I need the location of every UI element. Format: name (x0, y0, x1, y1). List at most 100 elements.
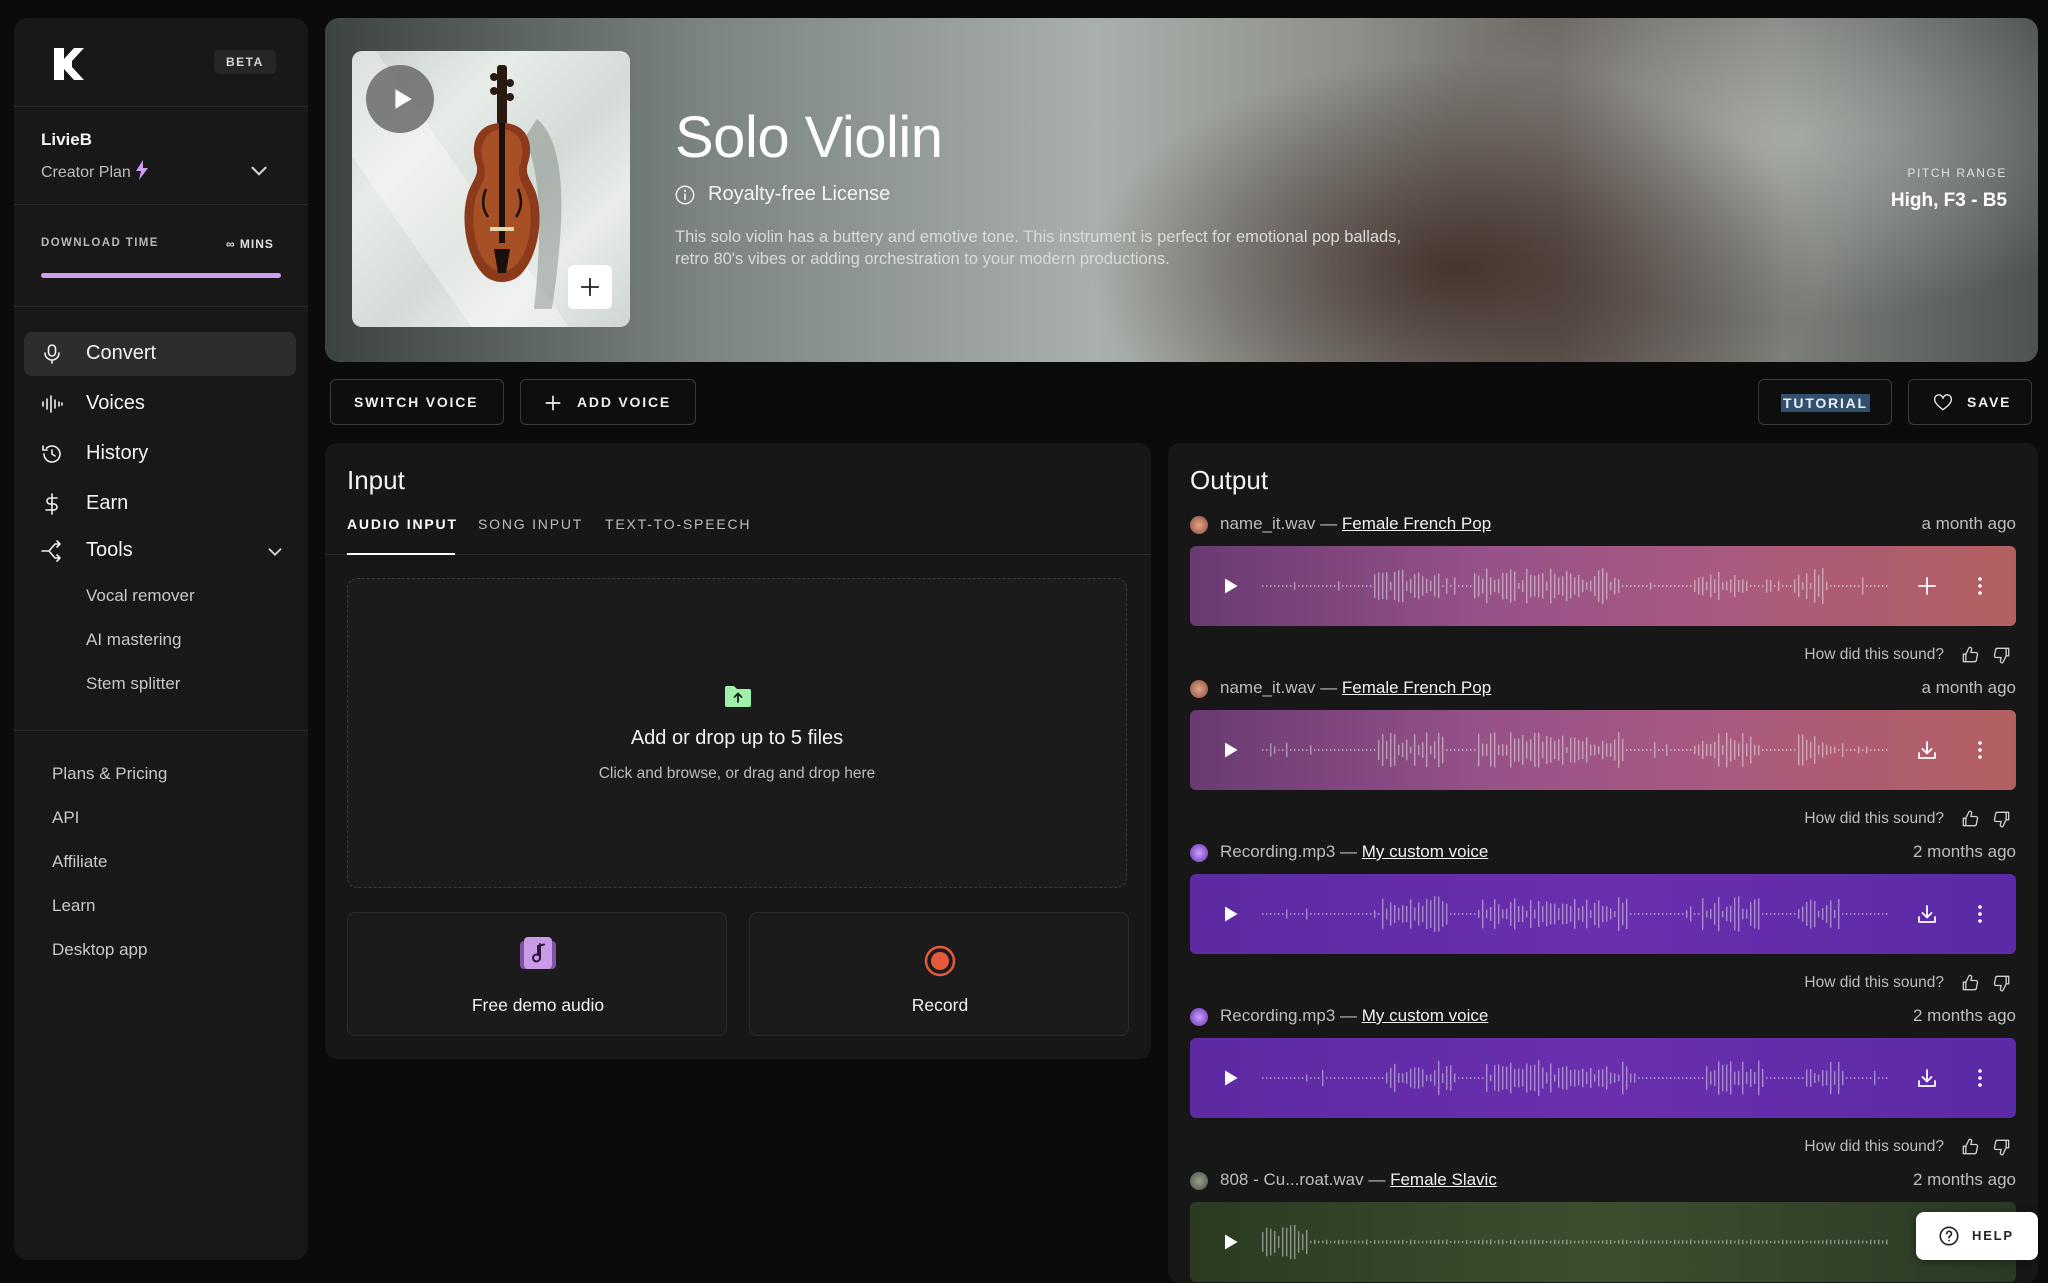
account-name[interactable]: LivieB (41, 130, 92, 150)
waveform-bar (1510, 1239, 1512, 1245)
waveform-bar (1426, 578, 1428, 594)
waveform-bar (1482, 1239, 1484, 1245)
waveform-bar (1574, 899, 1576, 929)
tab-audio-input[interactable]: AUDIO INPUT (347, 516, 458, 532)
audio-waveform-player[interactable] (1190, 710, 2016, 790)
thumbs-up-icon[interactable] (1960, 1137, 1980, 1157)
play-icon[interactable] (1220, 576, 1240, 596)
waveform-bar (1314, 749, 1316, 751)
nav-item-history[interactable]: History (24, 432, 296, 476)
footer-link-learn[interactable]: Learn (52, 896, 95, 916)
waveform-bar (1414, 1067, 1416, 1089)
waveform-bar (1270, 913, 1272, 915)
tab-song-input[interactable]: SONG INPUT (478, 516, 583, 532)
account-plan[interactable]: Creator Plan (41, 160, 149, 182)
footer-link-plans-pricing[interactable]: Plans & Pricing (52, 764, 167, 784)
album-play-button[interactable] (366, 65, 434, 133)
audio-waveform-player[interactable] (1190, 874, 2016, 954)
output-voice-link[interactable]: Female Slavic (1390, 1170, 1497, 1189)
sub-item-vocal-remover[interactable]: Vocal remover (86, 586, 195, 606)
add-voice-button[interactable]: ADD VOICE (520, 379, 696, 425)
tutorial-button[interactable]: TUTORIAL (1758, 379, 1892, 425)
download-icon[interactable] (1915, 902, 1939, 926)
play-icon[interactable] (1220, 740, 1240, 760)
thumbs-down-icon[interactable] (1992, 645, 2012, 665)
nav-item-tools[interactable]: Tools (24, 529, 296, 573)
play-icon[interactable] (1220, 1232, 1240, 1252)
waveform-bar (1314, 1239, 1316, 1245)
waveform-bar (1354, 913, 1356, 915)
play-icon[interactable] (1220, 1068, 1240, 1088)
thumbs-down-icon[interactable] (1992, 1137, 2012, 1157)
plus-icon[interactable] (1915, 574, 1939, 598)
nav-item-voices[interactable]: Voices (24, 382, 296, 426)
save-button[interactable]: SAVE (1908, 379, 2032, 425)
download-icon[interactable] (1915, 1066, 1939, 1090)
output-voice-link[interactable]: Female French Pop (1342, 514, 1491, 533)
waveform-bar (1578, 907, 1580, 921)
waveform-bar (1594, 902, 1596, 926)
info-icon[interactable] (674, 184, 696, 206)
waveform-bar (1722, 1064, 1724, 1092)
waveform-bar (1390, 1067, 1392, 1089)
more-options-icon[interactable] (1968, 1066, 1992, 1090)
waveform-bar (1530, 1239, 1532, 1245)
audio-waveform-player[interactable] (1190, 1202, 2016, 1282)
waveform-bar (1690, 585, 1692, 587)
waveform-bar (1666, 1240, 1668, 1244)
waveform-bar (1726, 732, 1728, 768)
waveform-bar (1818, 910, 1820, 918)
waveform-bar (1522, 579, 1524, 593)
thumbs-up-icon[interactable] (1960, 645, 1980, 665)
waveform-bar (1550, 737, 1552, 763)
output-voice-link[interactable]: My custom voice (1362, 842, 1489, 861)
account-chevron-down-icon[interactable] (246, 158, 272, 184)
record-button[interactable]: Record (749, 912, 1129, 1036)
sub-item-ai-mastering[interactable]: AI mastering (86, 630, 181, 650)
voice-hero-banner: Solo Violin Royalty-free License This so… (325, 18, 2038, 362)
free-demo-audio-button[interactable]: Free demo audio (347, 912, 727, 1036)
waveform-bar (1758, 1060, 1760, 1096)
waveform-bar (1478, 1239, 1480, 1245)
footer-link-affiliate[interactable]: Affiliate (52, 852, 107, 872)
waveform-bar (1842, 1070, 1844, 1086)
more-options-icon[interactable] (1968, 902, 1992, 926)
thumbs-up-icon[interactable] (1960, 809, 1980, 829)
audio-waveform-player[interactable] (1190, 1038, 2016, 1118)
nav-item-earn[interactable]: Earn (24, 482, 296, 526)
output-voice-link[interactable]: Female French Pop (1342, 678, 1491, 697)
waveform-bar (1662, 749, 1664, 751)
thumbs-down-icon[interactable] (1992, 809, 2012, 829)
footer-link-api[interactable]: API (52, 808, 79, 828)
play-icon[interactable] (1220, 904, 1240, 924)
waveform-bar (1766, 1240, 1768, 1244)
album-add-button[interactable] (568, 265, 612, 309)
waveform-bar (1426, 898, 1428, 930)
waveform-bar (1282, 749, 1284, 751)
download-icon[interactable] (1915, 738, 1939, 762)
waveform-bar (1654, 742, 1656, 758)
thumbs-up-icon[interactable] (1960, 973, 1980, 993)
waveform-bar (1558, 739, 1560, 761)
footer-link-desktop-app[interactable]: Desktop app (52, 940, 147, 960)
waveform-bar (1666, 913, 1668, 915)
waveform-bar (1438, 573, 1440, 599)
logo-icon[interactable] (50, 44, 90, 84)
waveform-bar (1818, 745, 1820, 755)
more-options-icon[interactable] (1968, 738, 1992, 762)
output-voice-link[interactable]: My custom voice (1362, 1006, 1489, 1025)
nav-item-convert[interactable]: Convert (24, 332, 296, 376)
chevron-down-icon[interactable] (264, 541, 286, 563)
more-options-icon[interactable] (1968, 574, 1992, 598)
waveform-bar (1426, 1240, 1428, 1244)
sub-item-stem-splitter[interactable]: Stem splitter (86, 674, 180, 694)
audio-waveform-player[interactable] (1190, 546, 2016, 626)
waveform-bar (1738, 1239, 1740, 1245)
waveform-bar (1262, 1077, 1264, 1079)
waveform-bar (1862, 577, 1864, 595)
waveform-bar (1502, 1239, 1504, 1245)
thumbs-down-icon[interactable] (1992, 973, 2012, 993)
tab-text-to-speech[interactable]: TEXT-TO-SPEECH (605, 516, 751, 532)
switch-voice-button[interactable]: SWITCH VOICE (330, 379, 504, 425)
help-button[interactable]: HELP (1916, 1212, 2038, 1260)
